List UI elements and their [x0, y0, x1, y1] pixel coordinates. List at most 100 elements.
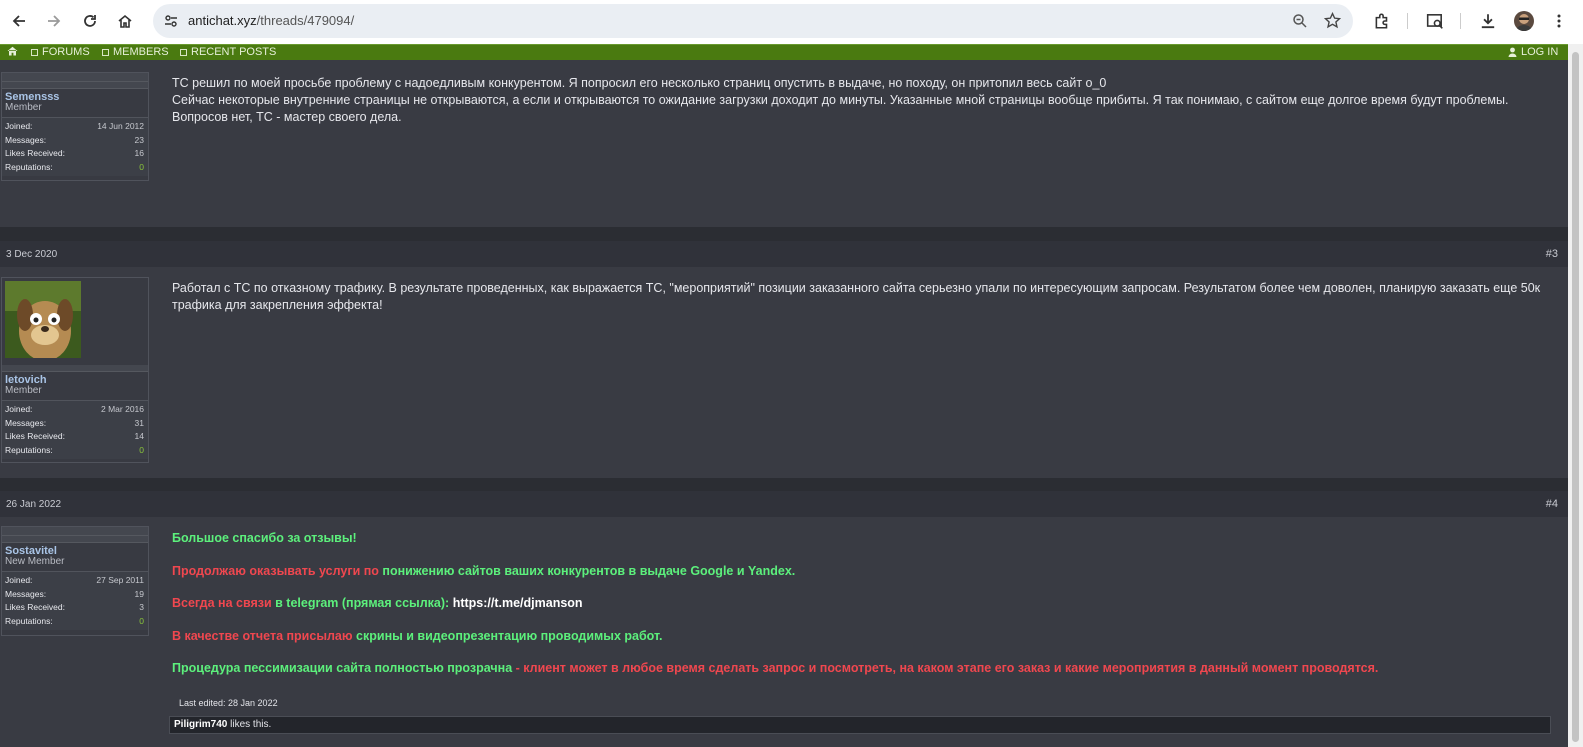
post-message: ТС решил по моей просьбе проблему с надо…	[172, 75, 1542, 126]
likes-label: Likes Received:	[5, 148, 66, 159]
user-title: Member	[5, 385, 42, 396]
nav-login[interactable]: LOG IN	[1508, 46, 1558, 58]
username[interactable]: Semensss	[2, 89, 148, 103]
message-text: В качестве отчета присылаю	[172, 628, 357, 643]
rep-label: Reputations:	[5, 161, 53, 172]
recent-posts-icon	[180, 48, 187, 56]
rep-value: 0	[139, 161, 144, 172]
joined-value: 2 Mar 2016	[101, 404, 144, 414]
download-icon[interactable]	[1477, 10, 1499, 32]
user-icon	[1508, 47, 1517, 57]
user-info-box: letovich Member Joined: 2 Mar 2016 Messag…	[1, 277, 149, 463]
site-info-icon[interactable]	[163, 13, 179, 33]
likes-label: Likes Received:	[5, 431, 66, 442]
avatar-strip	[2, 73, 148, 82]
nav-forums[interactable]: FORUMS	[31, 46, 90, 58]
user-info-box: Sostavitel New Member Joined: 27 Sep 2011…	[1, 526, 149, 636]
messages-label: Messages:	[5, 134, 47, 145]
user-stats: Joined: 27 Sep 2011 Messages: 19 Likes Rec…	[2, 571, 148, 631]
profile-avatar-icon[interactable]	[1514, 11, 1534, 31]
user-stats: Joined: 2 Mar 2016 Messages: 31 Likes Rece…	[2, 400, 148, 460]
avatar[interactable]	[2, 278, 148, 361]
post-header: 26 Jan 2022 #4	[0, 491, 1568, 517]
rep-value: 0	[139, 444, 144, 455]
avatar-image	[5, 281, 81, 361]
message-paragraph: В качестве отчета присылаю скрины и виде…	[172, 628, 1542, 645]
user-title: Member	[5, 102, 42, 113]
joined-value: 27 Sep 2011	[96, 575, 144, 585]
forum-navbar: FORUMS MEMBERS RECENT POSTS LOG IN	[0, 44, 1568, 60]
message-paragraph: Большое спасибо за отзывы!	[172, 530, 1542, 547]
messages-value: 23	[134, 134, 144, 145]
message-paragraph: Процедура пессимизации сайта полностью п…	[172, 660, 1542, 677]
message-text: Продолжаю оказывать услуги по	[172, 563, 383, 578]
user-stats: Joined: 14 Jun 2012 Messages: 23 Likes Rec…	[2, 117, 148, 177]
rep-label: Reputations:	[5, 615, 53, 626]
forward-icon[interactable]	[43, 10, 65, 32]
post-separator	[0, 478, 1568, 491]
joined-label: Joined:	[5, 121, 33, 131]
post-separator	[0, 227, 1568, 241]
address-bar[interactable]: antichat.xyz/threads/479094/	[153, 4, 1353, 38]
messages-value: 31	[134, 417, 144, 428]
post-date[interactable]: 26 Jan 2022	[6, 499, 61, 510]
scrollbar[interactable]	[1568, 44, 1583, 747]
post-date[interactable]: 3 Dec 2020	[6, 249, 57, 260]
liker-link[interactable]: Piligrim740	[174, 719, 227, 730]
username[interactable]: Sostavitel	[2, 543, 148, 557]
user-title: New Member	[5, 556, 65, 567]
avatar-strip	[2, 536, 148, 543]
extensions-icon[interactable]	[1371, 10, 1393, 32]
message-text: Большое спасибо за отзывы!	[172, 531, 357, 545]
likes-summary: Piligrim740 likes this.	[169, 716, 1551, 734]
browser-toolbar: antichat.xyz/threads/479094/	[0, 0, 1583, 44]
messages-label: Messages:	[5, 588, 47, 599]
home-icon[interactable]	[114, 10, 136, 32]
last-edited: Last edited: 28 Jan 2022	[179, 698, 278, 708]
message-text: понижению сайтов ваших конкурентов в выд…	[382, 563, 796, 578]
message-text: скрины и видеопрезентацию проводимых раб…	[356, 628, 663, 643]
message-text: в telegram (прямая ссылка):	[275, 596, 453, 610]
post-number[interactable]: #4	[1546, 498, 1558, 510]
divider	[1460, 13, 1461, 29]
tab-search-icon[interactable]	[1424, 10, 1446, 32]
post-number[interactable]: #3	[1546, 248, 1558, 260]
home-nav-icon[interactable]	[7, 46, 18, 56]
username[interactable]: letovich	[2, 372, 148, 386]
likes-value: 16	[134, 148, 144, 159]
messages-value: 19	[134, 588, 144, 599]
joined-value: 14 Jun 2012	[97, 121, 144, 131]
likes-text: likes this.	[227, 719, 272, 730]
likes-value: 14	[134, 431, 144, 442]
rep-label: Reputations:	[5, 444, 53, 455]
members-icon	[102, 48, 109, 56]
message-line: ТС решил по моей просьбе проблему с надо…	[172, 76, 1107, 90]
reload-icon[interactable]	[79, 10, 101, 32]
zoom-icon[interactable]	[1292, 13, 1308, 33]
message-text: Процедура пессимизации сайта полностью п…	[172, 661, 513, 675]
post-message: Большое спасибо за отзывы! Продолжаю ока…	[172, 530, 1542, 693]
bookmark-star-icon[interactable]	[1323, 11, 1342, 33]
message-paragraph: Всегда на связи в telegram (прямая ссылк…	[172, 595, 1542, 612]
menu-kebab-icon[interactable]	[1548, 10, 1570, 32]
nav-members[interactable]: MEMBERS	[102, 46, 169, 58]
scrollbar-thumb[interactable]	[1572, 52, 1579, 742]
url-text: antichat.xyz/threads/479094/	[188, 13, 355, 28]
message-text: Всегда на связи	[172, 596, 276, 610]
post-message: Работал с ТС по отказному трафику. В рез…	[172, 281, 1541, 312]
likes-label: Likes Received:	[5, 602, 66, 613]
back-icon[interactable]	[8, 10, 30, 32]
telegram-link[interactable]: https://t.me/djmanson	[453, 596, 583, 610]
joined-label: Joined:	[5, 575, 33, 585]
nav-recent-posts[interactable]: RECENT POSTS	[180, 46, 276, 58]
likes-value: 3	[139, 602, 144, 613]
rep-value: 0	[139, 615, 144, 626]
avatar-strip	[2, 82, 148, 89]
message-paragraph: Продолжаю оказывать услуги по понижению …	[172, 563, 1542, 580]
messages-label: Messages:	[5, 417, 47, 428]
post-header: 3 Dec 2020 #3	[0, 241, 1568, 267]
user-info-box: Semensss Member Joined: 14 Jun 2012 Messa…	[1, 72, 149, 181]
message-line: Сейчас некоторые внутренние страницы не …	[172, 93, 1509, 124]
forums-icon	[31, 48, 38, 56]
divider	[1407, 13, 1408, 29]
